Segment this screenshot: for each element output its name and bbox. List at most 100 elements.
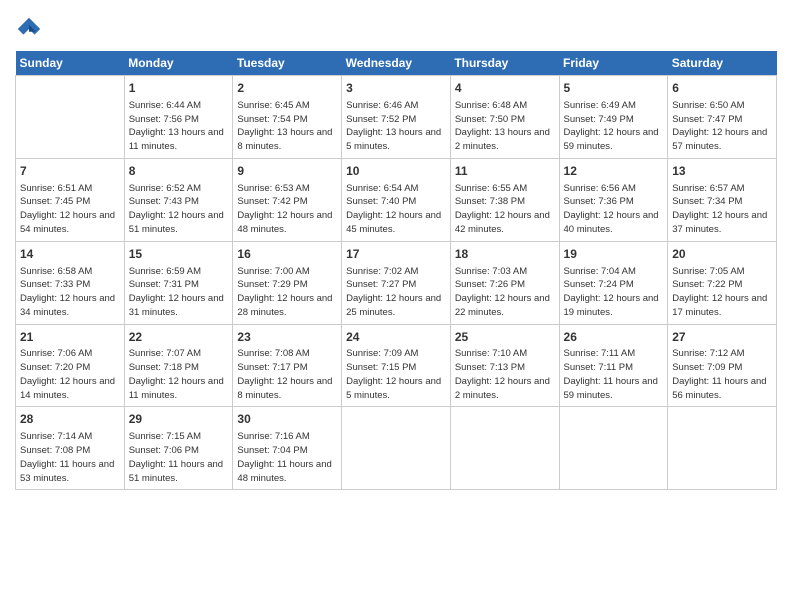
logo bbox=[15, 15, 47, 43]
day-info: Sunrise: 6:45 AM Sunset: 7:54 PM Dayligh… bbox=[237, 99, 337, 154]
day-info: Sunrise: 6:53 AM Sunset: 7:42 PM Dayligh… bbox=[237, 182, 337, 237]
calendar-cell: 16Sunrise: 7:00 AM Sunset: 7:29 PM Dayli… bbox=[233, 241, 342, 324]
day-number: 28 bbox=[20, 411, 120, 428]
day-info: Sunrise: 7:07 AM Sunset: 7:18 PM Dayligh… bbox=[129, 347, 229, 402]
day-number: 3 bbox=[346, 80, 446, 97]
day-header-friday: Friday bbox=[559, 51, 668, 76]
calendar-cell: 4 Sunrise: 6:48 AM Sunset: 7:50 PM Daylig… bbox=[450, 76, 559, 159]
calendar-cell: 9Sunrise: 6:53 AM Sunset: 7:42 PM Daylig… bbox=[233, 158, 342, 241]
calendar-cell: 22Sunrise: 7:07 AM Sunset: 7:18 PM Dayli… bbox=[124, 324, 233, 407]
day-header-tuesday: Tuesday bbox=[233, 51, 342, 76]
day-number: 14 bbox=[20, 246, 120, 263]
calendar-cell bbox=[559, 407, 668, 490]
calendar-cell bbox=[16, 76, 125, 159]
day-number: 27 bbox=[672, 329, 772, 346]
calendar-cell: 25Sunrise: 7:10 AM Sunset: 7:13 PM Dayli… bbox=[450, 324, 559, 407]
calendar-cell: 19 Sunrise: 7:04 AM Sunset: 7:24 PM Dayli… bbox=[559, 241, 668, 324]
calendar-cell: 8 Sunrise: 6:52 AM Sunset: 7:43 PM Daylig… bbox=[124, 158, 233, 241]
calendar-week-row: 1 Sunrise: 6:44 AM Sunset: 7:56 PM Daylig… bbox=[16, 76, 777, 159]
day-number: 4 bbox=[455, 80, 555, 97]
calendar-cell: 15Sunrise: 6:59 AM Sunset: 7:31 PM Dayli… bbox=[124, 241, 233, 324]
day-number: 24 bbox=[346, 329, 446, 346]
day-info: Sunrise: 6:44 AM Sunset: 7:56 PM Dayligh… bbox=[129, 99, 229, 154]
calendar-cell bbox=[450, 407, 559, 490]
day-info: Sunrise: 7:06 AM Sunset: 7:20 PM Dayligh… bbox=[20, 347, 120, 402]
calendar-cell: 28 Sunrise: 7:14 AM Sunset: 7:08 PM Dayli… bbox=[16, 407, 125, 490]
calendar-cell: 12 Sunrise: 6:56 AM Sunset: 7:36 PM Dayli… bbox=[559, 158, 668, 241]
day-number: 25 bbox=[455, 329, 555, 346]
day-header-thursday: Thursday bbox=[450, 51, 559, 76]
calendar-week-row: 7 Sunrise: 6:51 AM Sunset: 7:45 PM Daylig… bbox=[16, 158, 777, 241]
calendar-cell: 3 Sunrise: 6:46 AM Sunset: 7:52 PM Daylig… bbox=[342, 76, 451, 159]
day-info: Sunrise: 6:51 AM Sunset: 7:45 PM Dayligh… bbox=[20, 182, 120, 237]
day-number: 18 bbox=[455, 246, 555, 263]
calendar-cell: 2Sunrise: 6:45 AM Sunset: 7:54 PM Daylig… bbox=[233, 76, 342, 159]
day-info: Sunrise: 7:08 AM Sunset: 7:17 PM Dayligh… bbox=[237, 347, 337, 402]
calendar-cell: 20Sunrise: 7:05 AM Sunset: 7:22 PM Dayli… bbox=[668, 241, 777, 324]
day-header-monday: Monday bbox=[124, 51, 233, 76]
day-info: Sunrise: 6:58 AM Sunset: 7:33 PM Dayligh… bbox=[20, 265, 120, 320]
logo-icon bbox=[15, 15, 43, 43]
day-number: 21 bbox=[20, 329, 120, 346]
day-info: Sunrise: 6:49 AM Sunset: 7:49 PM Dayligh… bbox=[564, 99, 664, 154]
day-info: Sunrise: 7:02 AM Sunset: 7:27 PM Dayligh… bbox=[346, 265, 446, 320]
calendar-cell bbox=[342, 407, 451, 490]
calendar-cell: 30Sunrise: 7:16 AM Sunset: 7:04 PM Dayli… bbox=[233, 407, 342, 490]
calendar-cell: 7 Sunrise: 6:51 AM Sunset: 7:45 PM Daylig… bbox=[16, 158, 125, 241]
day-info: Sunrise: 7:00 AM Sunset: 7:29 PM Dayligh… bbox=[237, 265, 337, 320]
day-number: 19 bbox=[564, 246, 664, 263]
day-info: Sunrise: 7:09 AM Sunset: 7:15 PM Dayligh… bbox=[346, 347, 446, 402]
day-number: 17 bbox=[346, 246, 446, 263]
calendar-cell: 29Sunrise: 7:15 AM Sunset: 7:06 PM Dayli… bbox=[124, 407, 233, 490]
day-number: 22 bbox=[129, 329, 229, 346]
day-info: Sunrise: 6:54 AM Sunset: 7:40 PM Dayligh… bbox=[346, 182, 446, 237]
day-number: 11 bbox=[455, 163, 555, 180]
day-info: Sunrise: 7:03 AM Sunset: 7:26 PM Dayligh… bbox=[455, 265, 555, 320]
day-number: 23 bbox=[237, 329, 337, 346]
day-info: Sunrise: 7:14 AM Sunset: 7:08 PM Dayligh… bbox=[20, 430, 120, 485]
day-number: 8 bbox=[129, 163, 229, 180]
calendar-week-row: 28 Sunrise: 7:14 AM Sunset: 7:08 PM Dayli… bbox=[16, 407, 777, 490]
day-number: 5 bbox=[564, 80, 664, 97]
day-info: Sunrise: 7:11 AM Sunset: 7:11 PM Dayligh… bbox=[564, 347, 664, 402]
day-info: Sunrise: 6:46 AM Sunset: 7:52 PM Dayligh… bbox=[346, 99, 446, 154]
day-info: Sunrise: 7:05 AM Sunset: 7:22 PM Dayligh… bbox=[672, 265, 772, 320]
calendar-cell: 1 Sunrise: 6:44 AM Sunset: 7:56 PM Daylig… bbox=[124, 76, 233, 159]
header bbox=[15, 10, 777, 43]
day-info: Sunrise: 7:10 AM Sunset: 7:13 PM Dayligh… bbox=[455, 347, 555, 402]
calendar-cell: 18 Sunrise: 7:03 AM Sunset: 7:26 PM Dayli… bbox=[450, 241, 559, 324]
calendar-cell: 24Sunrise: 7:09 AM Sunset: 7:15 PM Dayli… bbox=[342, 324, 451, 407]
calendar-cell: 26Sunrise: 7:11 AM Sunset: 7:11 PM Dayli… bbox=[559, 324, 668, 407]
day-info: Sunrise: 7:04 AM Sunset: 7:24 PM Dayligh… bbox=[564, 265, 664, 320]
day-number: 12 bbox=[564, 163, 664, 180]
day-number: 13 bbox=[672, 163, 772, 180]
calendar-cell: 23Sunrise: 7:08 AM Sunset: 7:17 PM Dayli… bbox=[233, 324, 342, 407]
day-info: Sunrise: 6:48 AM Sunset: 7:50 PM Dayligh… bbox=[455, 99, 555, 154]
calendar-week-row: 21Sunrise: 7:06 AM Sunset: 7:20 PM Dayli… bbox=[16, 324, 777, 407]
day-info: Sunrise: 6:56 AM Sunset: 7:36 PM Dayligh… bbox=[564, 182, 664, 237]
day-info: Sunrise: 6:50 AM Sunset: 7:47 PM Dayligh… bbox=[672, 99, 772, 154]
day-number: 7 bbox=[20, 163, 120, 180]
calendar-cell: 14 Sunrise: 6:58 AM Sunset: 7:33 PM Dayli… bbox=[16, 241, 125, 324]
calendar-header-row: SundayMondayTuesdayWednesdayThursdayFrid… bbox=[16, 51, 777, 76]
day-header-saturday: Saturday bbox=[668, 51, 777, 76]
calendar-cell: 11 Sunrise: 6:55 AM Sunset: 7:38 PM Dayli… bbox=[450, 158, 559, 241]
day-info: Sunrise: 6:52 AM Sunset: 7:43 PM Dayligh… bbox=[129, 182, 229, 237]
day-number: 1 bbox=[129, 80, 229, 97]
calendar-week-row: 14 Sunrise: 6:58 AM Sunset: 7:33 PM Dayli… bbox=[16, 241, 777, 324]
page-container: SundayMondayTuesdayWednesdayThursdayFrid… bbox=[0, 0, 792, 612]
calendar-cell: 6 Sunrise: 6:50 AM Sunset: 7:47 PM Daylig… bbox=[668, 76, 777, 159]
day-number: 6 bbox=[672, 80, 772, 97]
day-header-wednesday: Wednesday bbox=[342, 51, 451, 76]
day-info: Sunrise: 6:57 AM Sunset: 7:34 PM Dayligh… bbox=[672, 182, 772, 237]
calendar-cell bbox=[668, 407, 777, 490]
day-info: Sunrise: 7:15 AM Sunset: 7:06 PM Dayligh… bbox=[129, 430, 229, 485]
day-number: 26 bbox=[564, 329, 664, 346]
day-number: 30 bbox=[237, 411, 337, 428]
day-number: 10 bbox=[346, 163, 446, 180]
day-info: Sunrise: 7:12 AM Sunset: 7:09 PM Dayligh… bbox=[672, 347, 772, 402]
day-info: Sunrise: 6:59 AM Sunset: 7:31 PM Dayligh… bbox=[129, 265, 229, 320]
calendar-table: SundayMondayTuesdayWednesdayThursdayFrid… bbox=[15, 51, 777, 490]
calendar-cell: 17 Sunrise: 7:02 AM Sunset: 7:27 PM Dayli… bbox=[342, 241, 451, 324]
day-info: Sunrise: 6:55 AM Sunset: 7:38 PM Dayligh… bbox=[455, 182, 555, 237]
